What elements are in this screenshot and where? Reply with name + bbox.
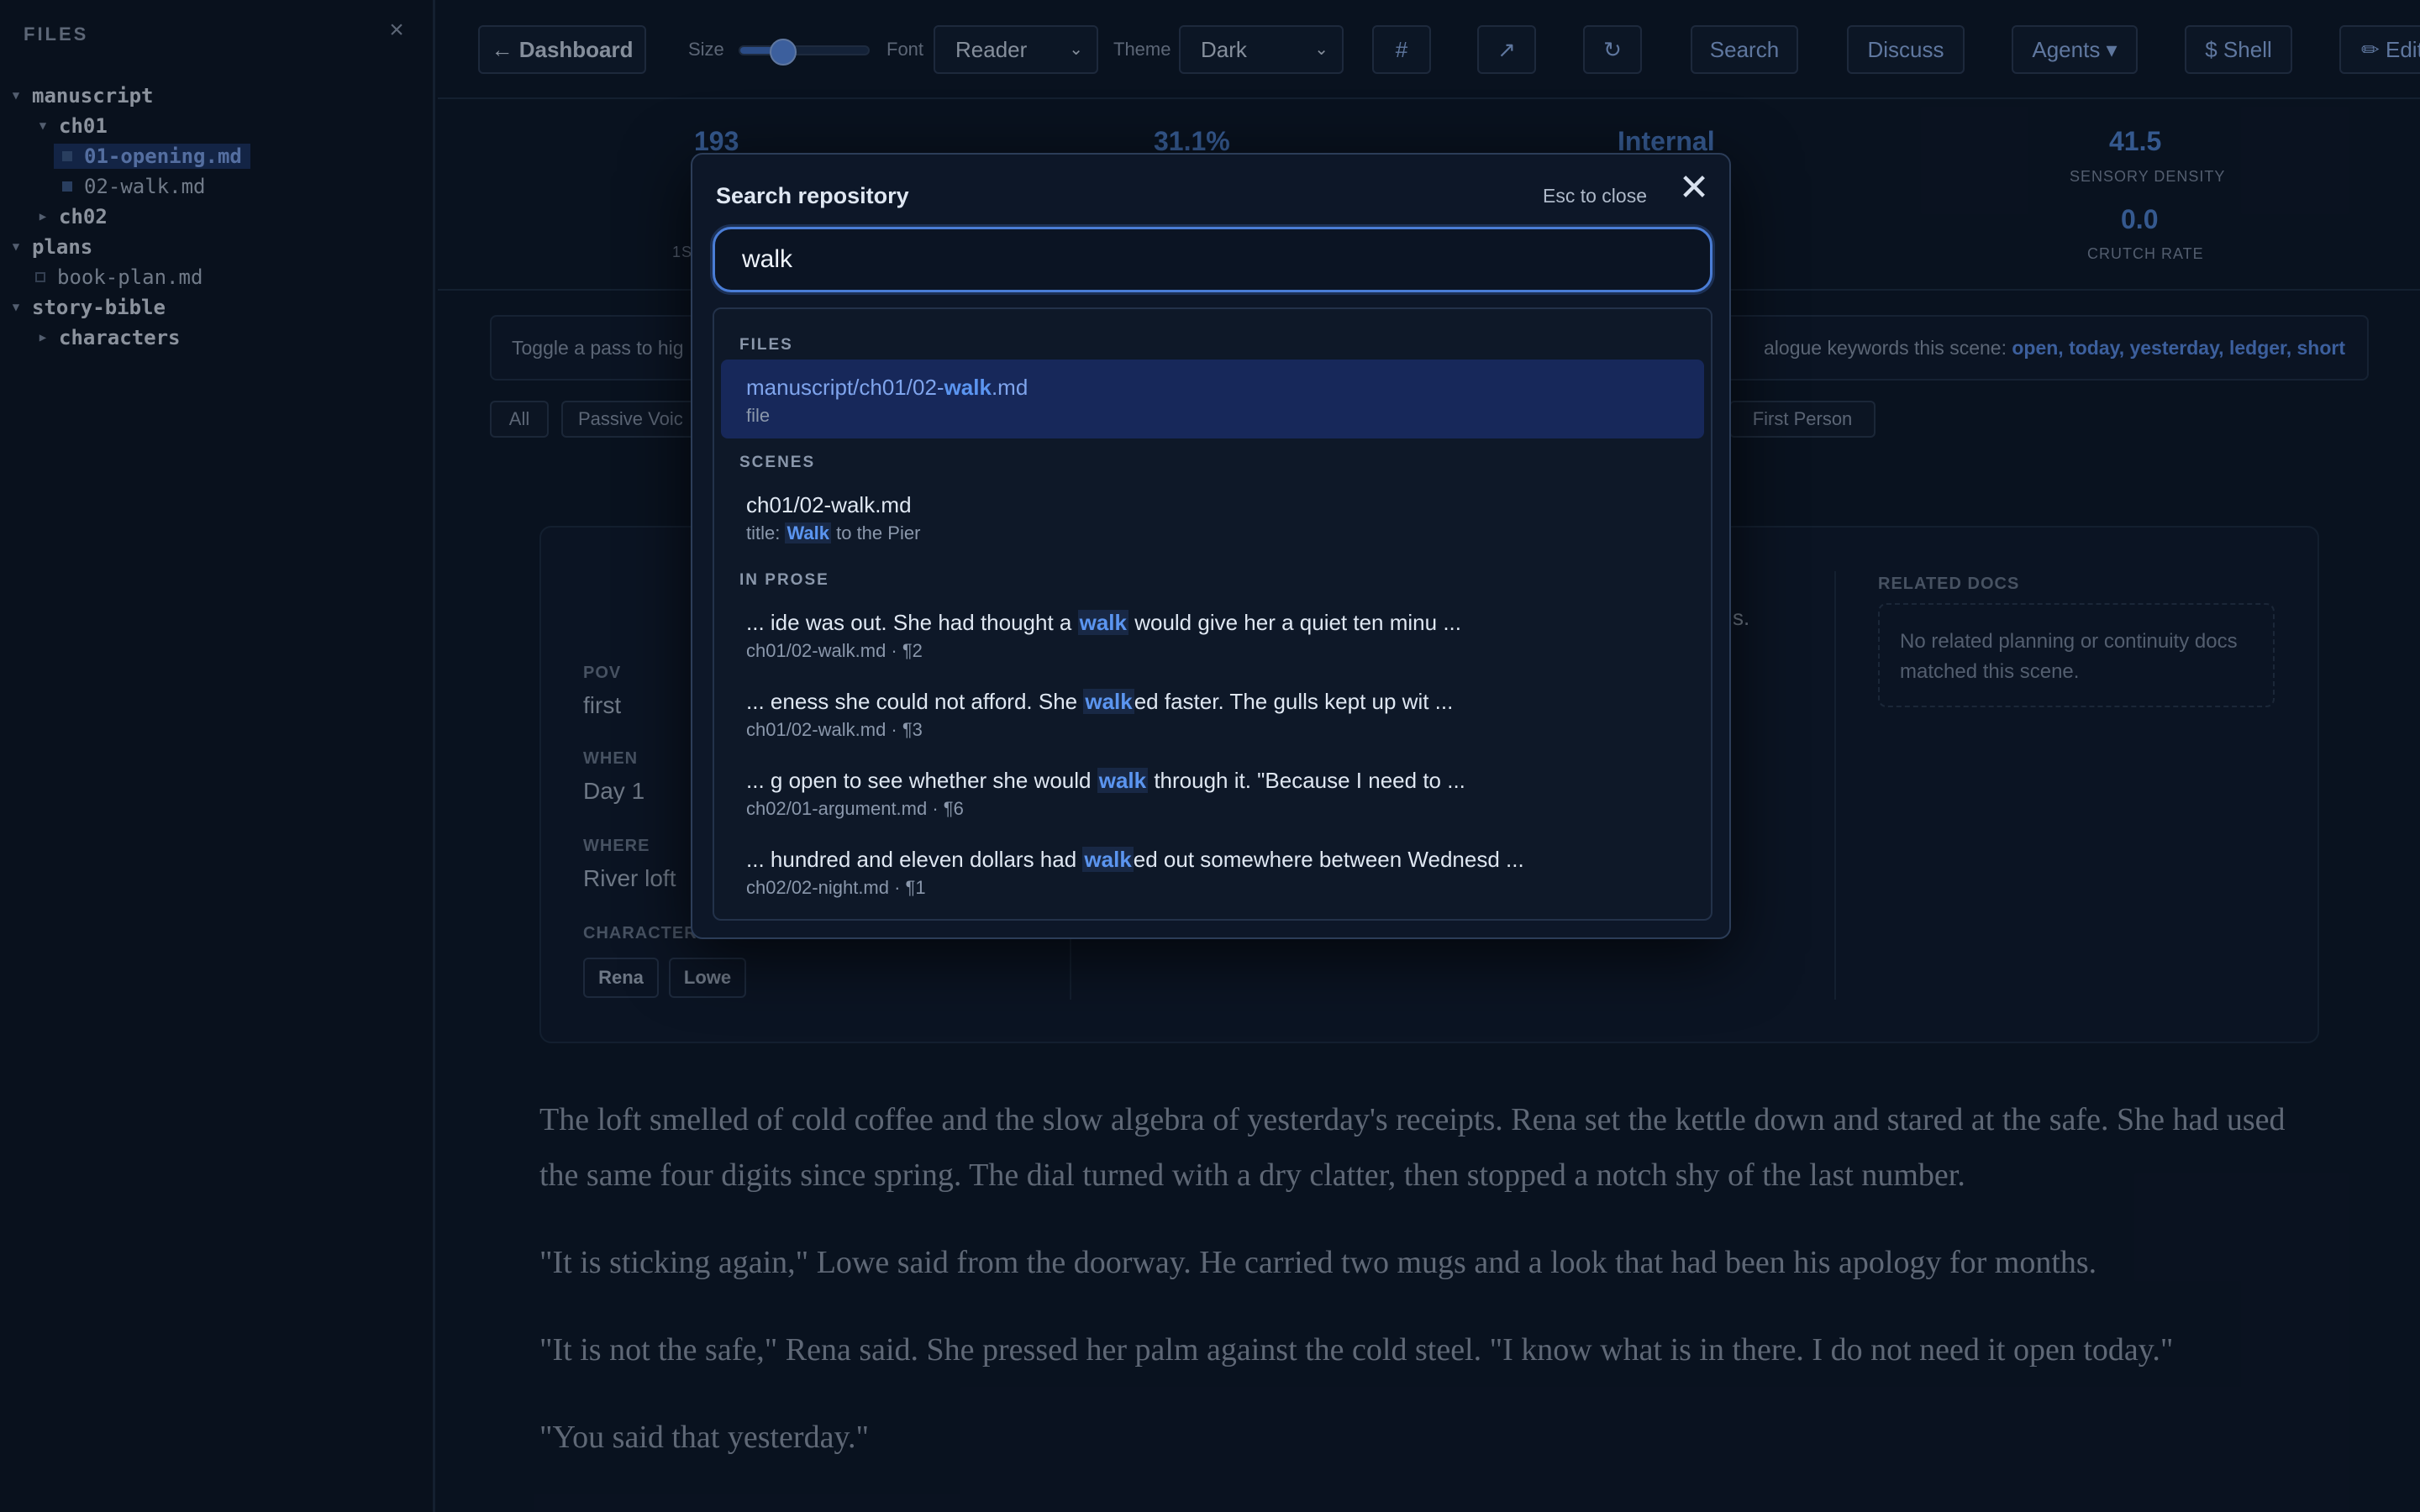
- group-label-files: FILES: [739, 336, 793, 354]
- result-prose[interactable]: ... hundred and eleven dollars had walke…: [721, 832, 1704, 911]
- result-scene[interactable]: ch01/02-walk.md title: Walk to the Pier: [721, 477, 1704, 556]
- search-results: FILES manuscript/ch01/02-walk.md file SC…: [713, 307, 1712, 921]
- search-input[interactable]: [713, 227, 1712, 292]
- esc-hint: Esc to close: [1543, 185, 1647, 207]
- search-modal: Search repository Esc to close ✕ FILES m…: [691, 153, 1731, 939]
- result-file[interactable]: manuscript/ch01/02-walk.md file: [721, 360, 1704, 438]
- close-icon[interactable]: ✕: [1677, 170, 1711, 207]
- group-label-scenes: SCENES: [739, 454, 816, 471]
- result-prose[interactable]: ... ide was out. She had thought a walk …: [721, 595, 1704, 674]
- modal-title: Search repository: [716, 183, 909, 208]
- result-prose[interactable]: ... eness she could not afford. She walk…: [721, 674, 1704, 753]
- group-label-prose: IN PROSE: [739, 571, 829, 589]
- result-prose[interactable]: ... g open to see whether she would walk…: [721, 753, 1704, 832]
